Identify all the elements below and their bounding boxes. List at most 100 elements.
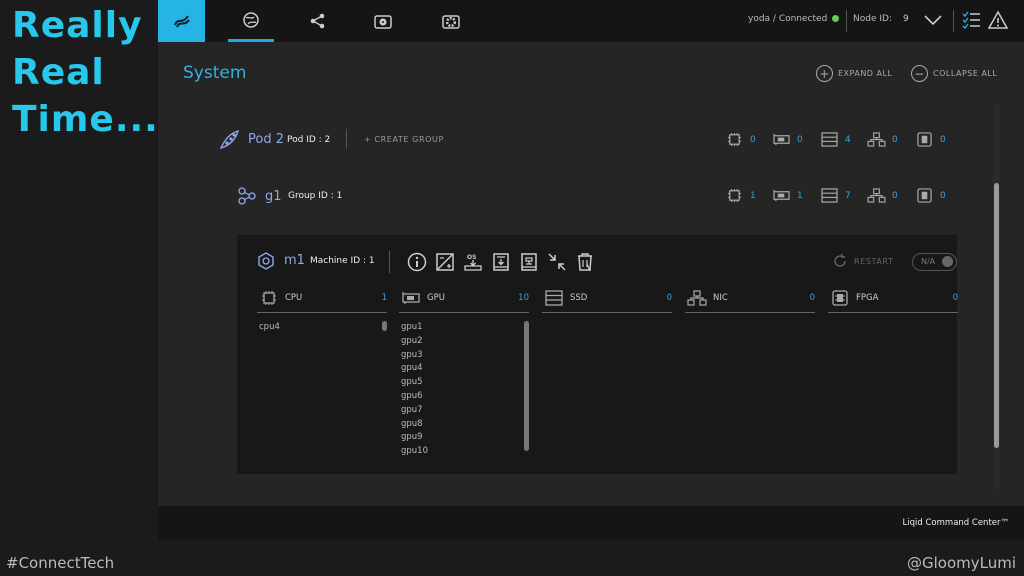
tab-storage[interactable] (360, 0, 406, 42)
divider (846, 10, 847, 32)
delete-machine-icon[interactable] (575, 252, 595, 272)
machine-label[interactable]: m1 (284, 253, 305, 268)
ssd-drive-icon (821, 132, 838, 147)
stat-value: 1 (750, 190, 756, 201)
stat-value: 0 (750, 134, 756, 145)
node-id-value: 9 (903, 14, 909, 24)
pod-cpu-stat[interactable]: 0 (725, 132, 756, 147)
os-install-icon[interactable]: OS (463, 252, 483, 272)
stat-value: 0 (797, 134, 803, 145)
list-item[interactable]: gpu1 (399, 321, 529, 335)
cpu-chip-icon (727, 188, 742, 203)
stat-value: 0 (940, 134, 946, 145)
author-handle: @GloomyLumi (906, 554, 1016, 572)
create-group-button[interactable]: + CREATE GROUP (364, 135, 444, 144)
pod-ssd-stat[interactable]: 4 (820, 132, 851, 147)
folder-disk-icon (374, 15, 392, 29)
edit-image-icon[interactable] (435, 252, 455, 272)
detach-arrows-icon[interactable] (547, 252, 567, 272)
chevron-down-icon[interactable] (923, 10, 943, 30)
gpu-column-header[interactable]: GPU 10 (399, 288, 529, 313)
cpu-column: CPU 1 cpu4 (257, 288, 387, 335)
expand-all-label: EXPAND ALL (838, 69, 893, 78)
device-network-icon[interactable] (519, 252, 539, 272)
hexagon-icon (258, 252, 274, 270)
info-icon[interactable] (407, 252, 427, 272)
gpu-column: GPU 10 gpu1 gpu2 gpu3 gpu4 gpu5 gpu6 gpu… (399, 288, 529, 459)
gpu-list: gpu1 gpu2 gpu3 gpu4 gpu5 gpu6 gpu7 gpu8 … (399, 321, 529, 459)
list-item[interactable]: cpu4 (257, 321, 387, 335)
scrollbar-thumb[interactable] (382, 321, 387, 331)
scrollbar-thumb[interactable] (524, 321, 529, 451)
pod-nic-stat[interactable]: 0 (867, 132, 898, 147)
pod-id: Pod ID : 2 (287, 135, 331, 145)
fpga-count: 0 (952, 293, 958, 303)
gpu-card-icon (773, 133, 790, 146)
restart-label: RESTART (854, 256, 894, 266)
fpga-column-header[interactable]: FPGA 0 (828, 288, 958, 313)
list-item[interactable]: gpu3 (399, 349, 529, 363)
scrollbar-thumb[interactable] (994, 183, 999, 448)
fpga-column: FPGA 0 (828, 288, 958, 313)
power-toggle[interactable]: N/A (912, 253, 957, 271)
network-icon (687, 290, 707, 306)
logo-icon (173, 15, 190, 28)
restart-button[interactable]: RESTART (832, 253, 894, 269)
cpu-column-header[interactable]: CPU 1 (257, 288, 387, 313)
stat-value: 1 (797, 190, 803, 201)
list-item[interactable]: gpu4 (399, 362, 529, 376)
nic-column-header[interactable]: NIC 0 (685, 288, 815, 313)
pod-gpu-stat[interactable]: 0 (772, 132, 803, 147)
ssd-drive-icon (545, 290, 563, 306)
ssd-column-title: SSD (570, 293, 588, 303)
footer: Liqid Command Center™ (158, 506, 1024, 540)
toggle-knob (942, 256, 953, 267)
device-save-icon[interactable] (491, 252, 511, 272)
nic-column: NIC 0 (685, 288, 815, 313)
list-item[interactable]: gpu7 (399, 404, 529, 418)
pod-label[interactable]: Pod 2 (248, 132, 284, 147)
minus-circle-icon: − (911, 65, 928, 82)
group-cpu-stat[interactable]: 1 (725, 188, 756, 203)
list-item[interactable]: gpu2 (399, 335, 529, 349)
pod-fpga-stat[interactable]: 0 (915, 132, 946, 147)
footer-brand: Liqid Command Center™ (902, 518, 1009, 528)
top-bar: yoda / Connected Node ID: 9 (158, 0, 1024, 42)
node-id-label: Node ID: (853, 14, 892, 24)
stat-value: 7 (845, 190, 851, 201)
list-item[interactable]: gpu6 (399, 390, 529, 404)
ssd-count: 0 (666, 293, 672, 303)
machine-id: Machine ID : 1 (310, 256, 375, 266)
cpu-column-title: CPU (285, 293, 303, 303)
collapse-all-button[interactable]: − COLLAPSE ALL (911, 65, 997, 82)
slide-title-line: Real (12, 52, 105, 93)
group-nic-stat[interactable]: 0 (867, 188, 898, 203)
group-fpga-stat[interactable]: 0 (915, 188, 946, 203)
tab-share[interactable] (295, 0, 341, 42)
list-item[interactable]: gpu5 (399, 376, 529, 390)
gear-folder-icon (442, 15, 460, 29)
tab-settings[interactable] (428, 0, 474, 42)
network-icon (867, 132, 886, 147)
group-nodes-icon (238, 187, 256, 205)
list-item[interactable]: gpu9 (399, 431, 529, 445)
list-item[interactable]: gpu8 (399, 418, 529, 432)
tab-globe[interactable] (228, 0, 274, 42)
network-icon (867, 188, 886, 203)
checklist-icon[interactable] (961, 10, 981, 30)
ssd-column-header[interactable]: SSD 0 (542, 288, 672, 313)
list-item[interactable]: gpu10 (399, 445, 529, 459)
expand-all-button[interactable]: + EXPAND ALL (816, 65, 892, 82)
group-gpu-stat[interactable]: 1 (772, 188, 803, 203)
warning-icon[interactable] (988, 10, 1008, 30)
group-label[interactable]: g1 (265, 189, 282, 204)
ssd-column: SSD 0 (542, 288, 672, 313)
svg-text:OS: OS (467, 254, 476, 261)
logo-tab[interactable] (158, 0, 205, 42)
group-ssd-stat[interactable]: 7 (820, 188, 851, 203)
nic-count: 0 (809, 293, 815, 303)
slide-title: Really Real Time... (12, 2, 158, 143)
fpga-icon (917, 132, 932, 147)
cpu-list: cpu4 (257, 321, 387, 335)
connection-text: yoda / Connected (748, 14, 828, 24)
